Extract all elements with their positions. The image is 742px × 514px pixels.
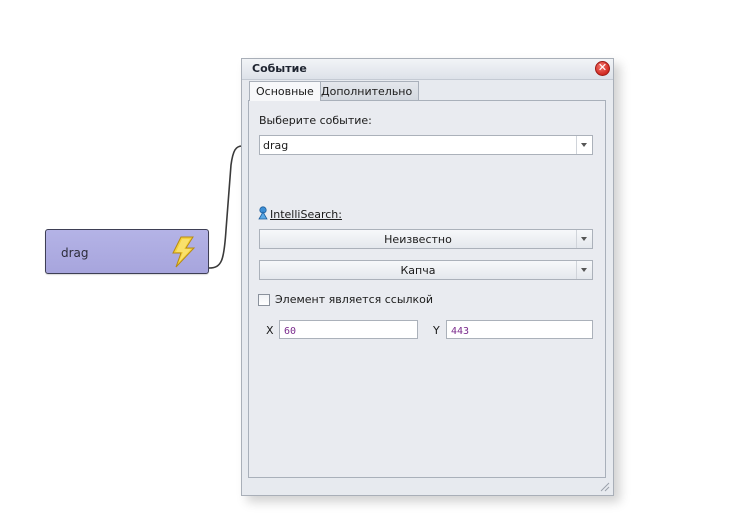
- intellisearch-icon: [258, 206, 268, 220]
- y-input[interactable]: [446, 320, 593, 339]
- lightning-icon: [172, 236, 196, 268]
- chevron-down-icon: [581, 237, 587, 241]
- event-select-dropdown-button[interactable]: [576, 136, 592, 154]
- dialog-titlebar[interactable]: Событие ✕: [242, 59, 613, 80]
- resize-grip-icon[interactable]: [599, 481, 610, 492]
- type-select-value: Капча: [400, 264, 436, 277]
- y-label: Y: [433, 324, 440, 337]
- is-link-checkbox[interactable]: [258, 294, 270, 306]
- category-select[interactable]: Неизвестно: [259, 229, 593, 249]
- node-label: drag: [61, 246, 89, 260]
- tab-panel: Выберите событие: drag IntelliSearch: Не…: [248, 100, 606, 478]
- category-select-value: Неизвестно: [384, 233, 452, 246]
- chevron-down-icon: [581, 268, 587, 272]
- close-icon[interactable]: ✕: [595, 61, 610, 76]
- drag-node[interactable]: drag: [45, 229, 209, 274]
- intellisearch-link[interactable]: IntelliSearch:: [270, 208, 342, 221]
- dialog-title: Событие: [252, 62, 307, 75]
- category-select-dropdown-button[interactable]: [576, 230, 592, 248]
- tab-main-label: Основные: [256, 85, 314, 98]
- type-select-dropdown-button[interactable]: [576, 261, 592, 279]
- event-dialog: Событие ✕ Основные Дополнительно Выберит…: [241, 58, 614, 496]
- tab-additional[interactable]: Дополнительно: [314, 81, 420, 100]
- x-input[interactable]: [279, 320, 418, 339]
- chevron-down-icon: [581, 143, 587, 147]
- event-select-value: drag: [263, 139, 289, 152]
- is-link-checkbox-label: Элемент является ссылкой: [275, 293, 434, 306]
- tab-additional-label: Дополнительно: [321, 85, 413, 98]
- x-label: X: [266, 324, 274, 337]
- type-select[interactable]: Капча: [259, 260, 593, 280]
- tab-main[interactable]: Основные: [249, 81, 321, 101]
- canvas: drag Событие ✕ Основные Дополнительно Вы…: [0, 0, 742, 514]
- event-select-label: Выберите событие:: [259, 114, 372, 127]
- event-select[interactable]: drag: [259, 135, 593, 155]
